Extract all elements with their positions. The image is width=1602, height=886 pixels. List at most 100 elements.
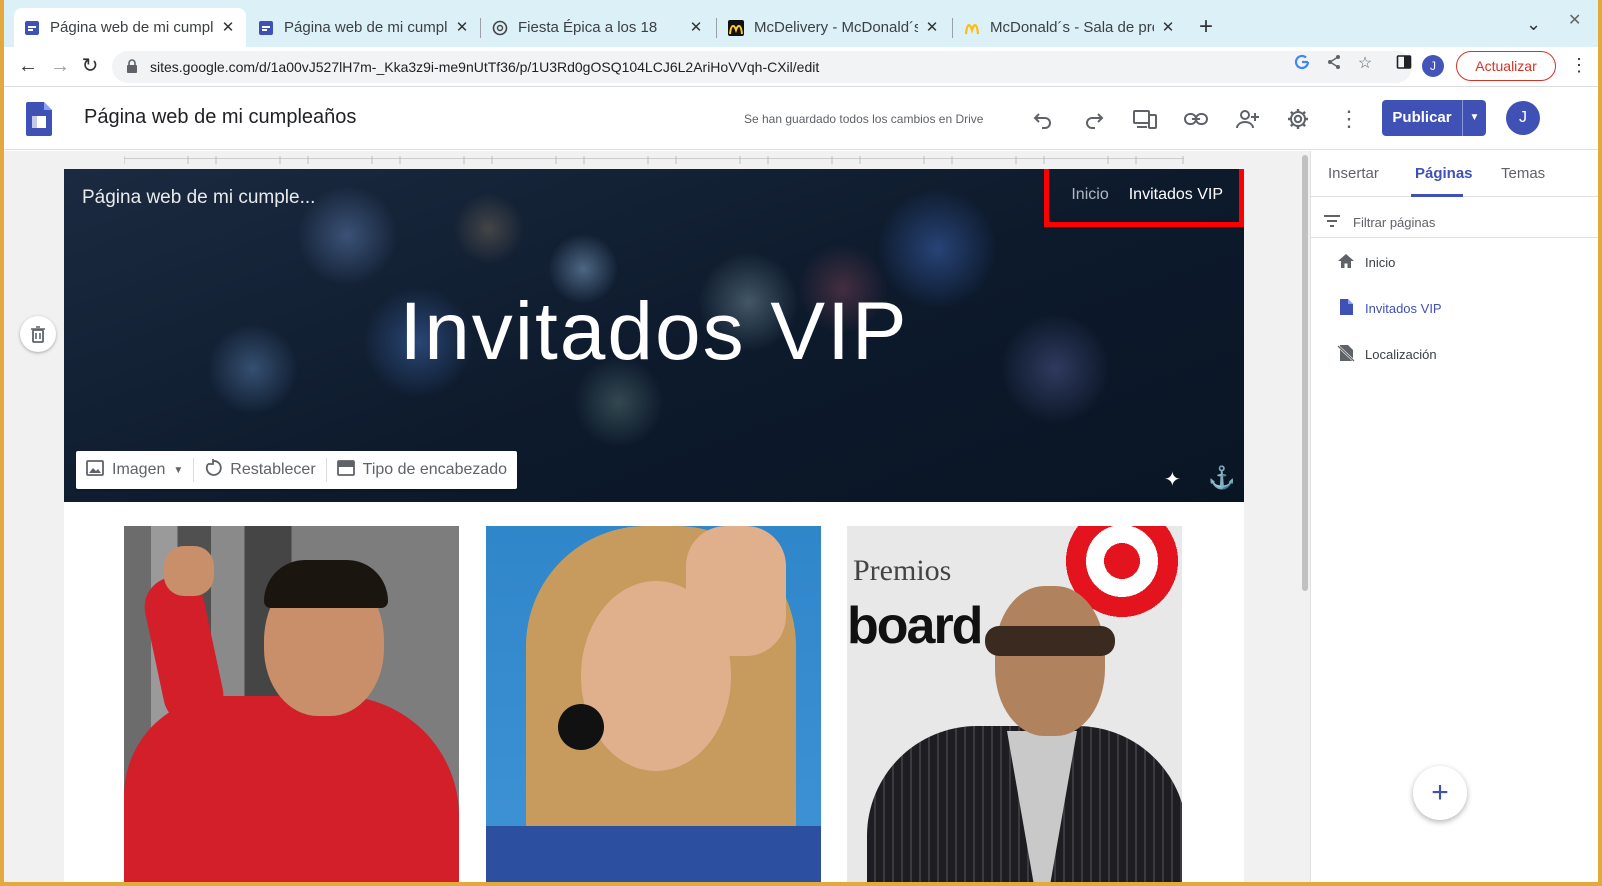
grid-ruler bbox=[123, 151, 1184, 164]
nav-link-invitados-vip[interactable]: Invitados VIP bbox=[1129, 186, 1223, 204]
image-icon bbox=[86, 459, 104, 482]
preview-devices-icon[interactable] bbox=[1132, 106, 1158, 132]
image-button[interactable]: Imagen ▼ bbox=[76, 451, 193, 489]
guest-photo-1[interactable] bbox=[124, 526, 459, 882]
publish-button[interactable]: Publicar ▼ bbox=[1382, 100, 1486, 136]
close-tab-icon[interactable]: ✕ bbox=[688, 19, 704, 36]
more-options-icon[interactable]: ⋮ bbox=[1336, 106, 1362, 132]
side-panel-icon[interactable] bbox=[1394, 54, 1414, 74]
url-text: sites.google.com/d/1a00vJ527lH7m-_Kka3z9… bbox=[150, 59, 820, 75]
reset-label: Restablecer bbox=[230, 461, 316, 478]
page-item-label: Inicio bbox=[1365, 254, 1396, 270]
google-sites-icon bbox=[24, 20, 40, 36]
share-icon[interactable] bbox=[1324, 54, 1344, 74]
back-icon[interactable]: ← bbox=[16, 55, 40, 79]
site-document-title[interactable]: Página web de mi cumpleaños bbox=[84, 106, 356, 129]
anchor-icon[interactable]: ⚓ bbox=[1208, 465, 1235, 491]
tab-divider bbox=[952, 18, 953, 38]
active-tab-indicator bbox=[1411, 194, 1463, 197]
browser-tab-title: Página web de mi cumpleaños bbox=[284, 19, 448, 36]
header-banner[interactable]: Página web de mi cumple... Inicio Invita… bbox=[64, 169, 1244, 502]
site-navigation: Inicio Invitados VIP bbox=[1044, 169, 1244, 227]
sites-app-bar: Página web de mi cumpleaños Se han guard… bbox=[4, 88, 1598, 150]
page-icon bbox=[1337, 298, 1355, 319]
page-item-label: Localización bbox=[1365, 346, 1437, 362]
close-tab-icon[interactable]: ✕ bbox=[1160, 19, 1176, 36]
copy-link-icon[interactable] bbox=[1183, 106, 1209, 132]
google-lens-icon[interactable] bbox=[1292, 54, 1312, 74]
reset-icon bbox=[204, 458, 222, 482]
share-with-others-icon[interactable] bbox=[1234, 106, 1260, 132]
tab-divider bbox=[480, 18, 481, 38]
browser-tab-title: Fiesta Épica a los 18 bbox=[518, 19, 658, 36]
nav-link-inicio[interactable]: Inicio bbox=[1071, 186, 1108, 204]
browser-tab-4[interactable]: McDelivery - McDonald´s ✕ bbox=[718, 8, 950, 47]
page-item-inicio[interactable]: Inicio bbox=[1337, 251, 1395, 273]
side-panel: Insertar Páginas Temas Filtrar páginas I… bbox=[1310, 151, 1598, 882]
forward-icon[interactable]: → bbox=[48, 55, 72, 79]
browser-menu-icon[interactable]: ⋮ bbox=[1570, 55, 1588, 76]
mcdonalds-icon bbox=[728, 19, 744, 36]
tab-divider bbox=[716, 18, 717, 38]
publish-label: Publicar bbox=[1392, 109, 1452, 126]
settings-gear-icon[interactable] bbox=[1285, 106, 1311, 132]
header-type-button[interactable]: Tipo de encabezado bbox=[327, 451, 517, 489]
google-sites-icon bbox=[258, 20, 274, 36]
browser-tab-5[interactable]: McDonald´s - Sala de prensa ✕ bbox=[954, 8, 1186, 47]
browser-tab-title: McDonald´s - Sala de prensa bbox=[990, 19, 1154, 36]
guest-photo-2[interactable] bbox=[486, 526, 821, 882]
canvas-scrollbar[interactable] bbox=[1300, 151, 1310, 882]
dropdown-caret-icon: ▼ bbox=[173, 464, 184, 476]
side-panel-tabs: Insertar Páginas Temas bbox=[1311, 151, 1598, 197]
page-item-label: Invitados VIP bbox=[1365, 300, 1442, 316]
divider bbox=[1311, 237, 1598, 238]
page-item-localizacion[interactable]: Localización bbox=[1337, 343, 1437, 365]
sparkle-icon[interactable]: ✦ bbox=[1164, 467, 1181, 492]
home-icon bbox=[1337, 253, 1355, 272]
photo-backdrop-text: board bbox=[847, 597, 983, 655]
add-page-button[interactable]: + bbox=[1413, 766, 1467, 820]
photo-backdrop-text: Premios bbox=[853, 554, 952, 587]
guest-photo-gallery: Premios board bbox=[124, 526, 1184, 882]
guest-photo-3[interactable]: Premios board bbox=[847, 526, 1182, 882]
update-button[interactable]: Actualizar bbox=[1456, 51, 1556, 81]
bookmark-star-icon[interactable]: ☆ bbox=[1355, 54, 1375, 74]
site-title[interactable]: Página web de mi cumple... bbox=[82, 187, 315, 209]
redo-icon[interactable] bbox=[1081, 106, 1107, 132]
tab-paginas[interactable]: Páginas bbox=[1415, 165, 1473, 182]
hidden-page-icon bbox=[1337, 344, 1355, 365]
google-sites-logo-icon[interactable] bbox=[26, 102, 52, 136]
publish-dropdown-icon[interactable]: ▼ bbox=[1462, 100, 1486, 136]
browser-toolbar: ← → ↻ sites.google.com/d/1a00vJ527lH7m-_… bbox=[4, 47, 1598, 87]
tab-temas[interactable]: Temas bbox=[1501, 165, 1545, 182]
browser-tab-1[interactable]: Página web de mi cumpleaños ✕ bbox=[14, 8, 246, 47]
address-bar[interactable]: sites.google.com/d/1a00vJ527lH7m-_Kka3z9… bbox=[112, 51, 1412, 83]
close-tab-icon[interactable]: ✕ bbox=[924, 19, 940, 36]
close-tab-icon[interactable]: ✕ bbox=[454, 19, 470, 36]
account-avatar[interactable]: J bbox=[1506, 101, 1540, 135]
page-heading[interactable]: Invitados VIP bbox=[64, 285, 1244, 379]
filter-placeholder: Filtrar páginas bbox=[1353, 214, 1436, 230]
chatgpt-icon bbox=[492, 20, 508, 36]
tab-search-chevron-icon[interactable]: ⌄ bbox=[1526, 14, 1541, 35]
browser-tab-3[interactable]: Fiesta Épica a los 18 ✕ bbox=[482, 8, 714, 47]
profile-avatar[interactable]: J bbox=[1422, 55, 1444, 77]
window-close-icon[interactable]: ✕ bbox=[1568, 10, 1581, 30]
reload-icon[interactable]: ↻ bbox=[78, 55, 102, 79]
browser-tab-2[interactable]: Página web de mi cumpleaños ✕ bbox=[248, 8, 480, 47]
header-type-label: Tipo de encabezado bbox=[362, 461, 508, 478]
undo-icon[interactable] bbox=[1030, 106, 1056, 132]
new-tab-icon[interactable]: + bbox=[1192, 14, 1220, 42]
plus-icon: + bbox=[1431, 776, 1449, 809]
close-tab-icon[interactable]: ✕ bbox=[220, 19, 236, 36]
filter-icon bbox=[1323, 214, 1341, 231]
filter-pages-field[interactable]: Filtrar páginas bbox=[1323, 207, 1598, 237]
site-page: Página web de mi cumple... Inicio Invita… bbox=[64, 169, 1244, 882]
page-item-invitados-vip[interactable]: Invitados VIP bbox=[1337, 297, 1442, 319]
tab-insertar[interactable]: Insertar bbox=[1328, 165, 1379, 182]
tab-strip: Página web de mi cumpleaños ✕ Página web… bbox=[4, 0, 1598, 47]
image-label: Imagen bbox=[112, 461, 166, 478]
reset-button[interactable]: Restablecer bbox=[194, 451, 325, 489]
header-type-icon bbox=[336, 459, 355, 482]
delete-section-icon[interactable] bbox=[20, 316, 56, 352]
